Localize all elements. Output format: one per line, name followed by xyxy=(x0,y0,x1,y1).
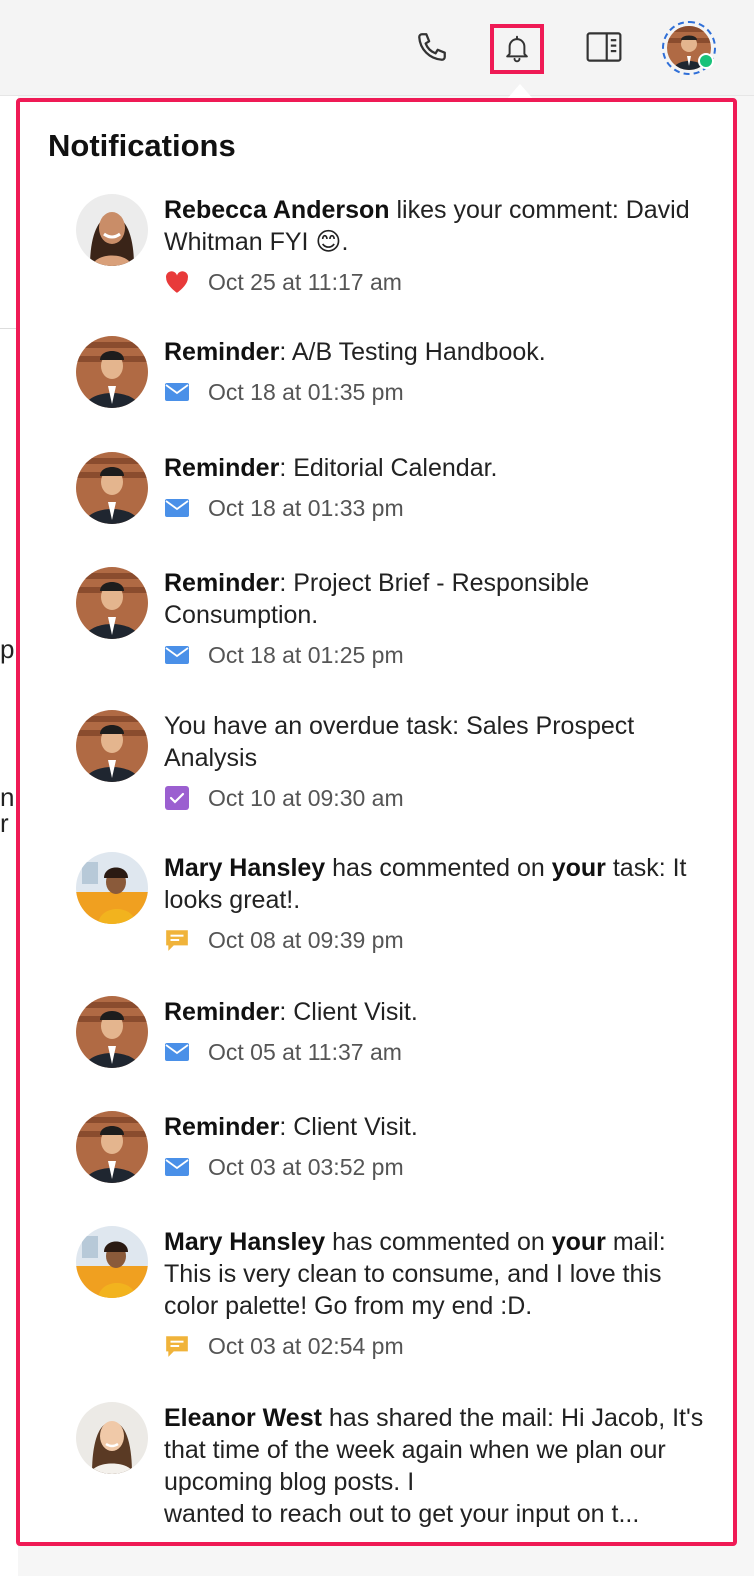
notification-actor: Mary Hansley xyxy=(164,854,326,882)
notification-actor: Eleanor West xyxy=(164,1404,322,1432)
avatar xyxy=(76,194,148,266)
notification-time: Oct 03 at 03:52 pm xyxy=(208,1154,404,1180)
notification-time: Oct 18 at 01:35 pm xyxy=(208,379,404,405)
notification-text: : A/B Testing Handbook. xyxy=(279,338,546,366)
notification-text: has commented on xyxy=(325,854,552,882)
notification-actor: Reminder xyxy=(164,338,280,366)
notification-emphasis: your xyxy=(551,854,606,882)
user-avatar[interactable] xyxy=(662,21,716,75)
notification-actor: Rebecca Anderson xyxy=(164,196,390,224)
notification-time: Oct 18 at 01:33 pm xyxy=(208,495,404,521)
notifications-panel: Notifications Rebecca Anderson likes you… xyxy=(16,98,737,1546)
notification-text-truncated: wanted to reach out to get your input on… xyxy=(164,1500,640,1528)
heart-icon xyxy=(164,269,190,295)
mail-icon xyxy=(164,1039,190,1065)
avatar xyxy=(76,710,148,782)
notification-time: Oct 10 at 09:30 am xyxy=(208,785,404,811)
phone-icon[interactable] xyxy=(406,22,458,72)
notification-time: Oct 08 at 09:39 pm xyxy=(208,927,404,953)
side-panel-icon[interactable] xyxy=(578,22,630,72)
notification-time: Oct 25 at 11:17 am xyxy=(208,269,402,295)
panel-title: Notifications xyxy=(48,128,236,163)
avatar xyxy=(76,452,148,524)
background-text-fragment: r xyxy=(0,808,9,838)
notification-actor: Reminder xyxy=(164,454,280,482)
background-text-fragment: p xyxy=(0,634,15,664)
mail-icon xyxy=(164,642,190,668)
comment-icon xyxy=(164,1333,190,1359)
notification-actor: Reminder xyxy=(164,1113,280,1141)
mail-icon xyxy=(164,1154,190,1180)
notification-time: Oct 05 at 11:37 am xyxy=(208,1039,402,1065)
notification-time: Oct 03 at 02:54 pm xyxy=(208,1333,404,1359)
mail-icon xyxy=(164,495,190,521)
avatar xyxy=(76,1226,148,1298)
mail-icon xyxy=(164,379,190,405)
bell-icon[interactable] xyxy=(490,24,544,74)
notification-time: Oct 18 at 01:25 pm xyxy=(208,642,404,668)
avatar xyxy=(76,1111,148,1183)
task-check-icon xyxy=(164,785,190,811)
avatar xyxy=(76,852,148,924)
notification-text: You have an overdue task: Sales Prospect… xyxy=(164,712,635,772)
notification-actor: Mary Hansley xyxy=(164,1228,326,1256)
online-status-dot xyxy=(698,53,714,69)
top-bar xyxy=(0,0,754,96)
avatar xyxy=(76,567,148,639)
comment-icon xyxy=(164,927,190,953)
avatar xyxy=(76,336,148,408)
notification-actor: Reminder xyxy=(164,569,280,597)
notification-text: has commented on xyxy=(325,1228,552,1256)
notification-text: : Client Visit. xyxy=(279,1113,418,1141)
avatar xyxy=(76,996,148,1068)
notification-text: : Client Visit. xyxy=(279,998,418,1026)
notification-actor: Reminder xyxy=(164,998,280,1026)
notification-text: : Editorial Calendar. xyxy=(279,454,498,482)
notification-emphasis: your xyxy=(551,1228,606,1256)
avatar xyxy=(76,1402,148,1474)
